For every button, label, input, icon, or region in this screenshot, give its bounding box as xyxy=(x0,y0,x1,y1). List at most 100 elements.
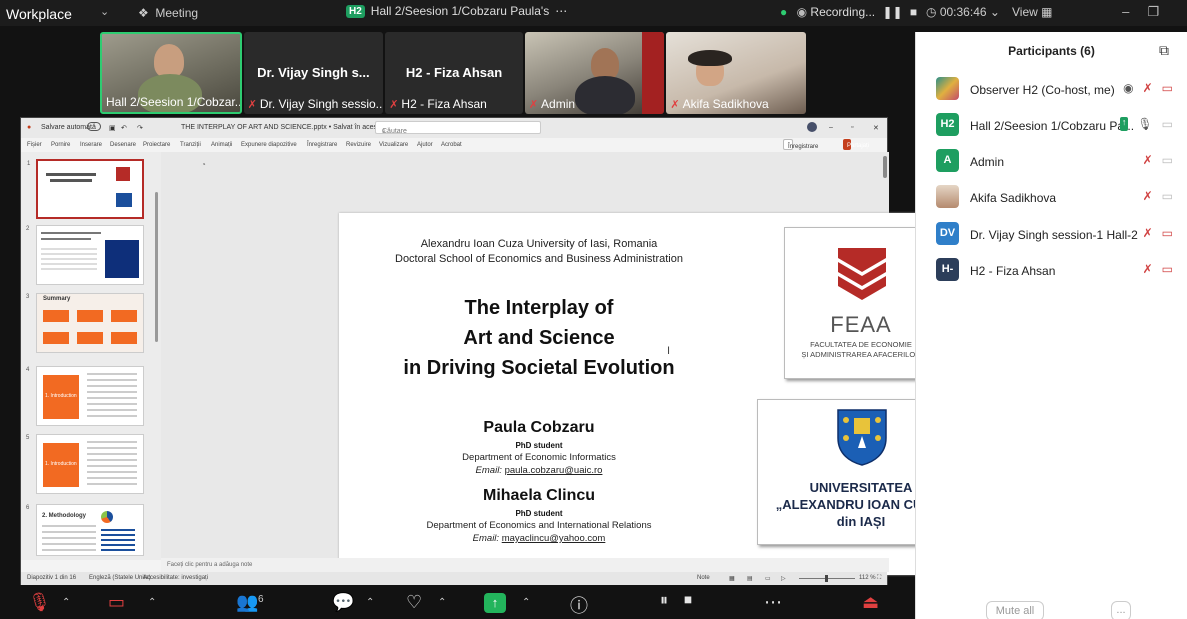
video-off-icon[interactable]: ▭ xyxy=(1162,262,1173,276)
restore-icon[interactable]: ▫ xyxy=(851,124,853,131)
audio-options-chevron-icon[interactable]: ⌃ xyxy=(62,597,70,608)
share-screen-button[interactable]: ↑ xyxy=(484,593,506,613)
mute-all-button[interactable]: Mute all xyxy=(986,601,1044,619)
participant-row[interactable]: H2 Hall 2/Seesion 1/Cobzaru Pa... ↑ 🎙 ▭ xyxy=(916,110,1187,140)
ribbon-tab[interactable]: Proiectare xyxy=(143,142,170,148)
video-off-icon[interactable]: ▭ xyxy=(1162,117,1173,131)
editor-scrollbar[interactable] xyxy=(883,156,887,178)
user-avatar[interactable] xyxy=(807,122,817,132)
share-options-chevron-icon[interactable]: ⌃ xyxy=(522,597,530,608)
ribbon-tab[interactable]: Acrobat xyxy=(441,142,462,148)
chevron-down-icon[interactable]: ⌄ xyxy=(100,5,109,18)
view-menu[interactable]: View ▦ xyxy=(1012,5,1052,19)
normal-view-icon[interactable]: ▦ xyxy=(729,575,735,582)
zoom-slider-thumb[interactable] xyxy=(825,575,828,582)
mic-off-icon[interactable]: 🎙 xyxy=(28,592,51,613)
info-icon[interactable]: ⓘ xyxy=(570,592,588,618)
mic-off-icon[interactable]: ✗ xyxy=(1143,262,1153,276)
video-off-icon[interactable]: ▭ xyxy=(1162,226,1173,240)
record-button[interactable]: Înregistrare xyxy=(783,139,818,150)
mic-off-icon[interactable]: ✗ xyxy=(1143,226,1153,240)
email-link[interactable]: paula.cobzaru@uaic.ro xyxy=(505,465,603,476)
notes-pane[interactable]: Faceți clic pentru a adăuga note xyxy=(161,558,889,572)
reading-view-icon[interactable]: ▭ xyxy=(765,575,771,582)
participant-row[interactable]: Observer H2 (Co-host, me) ◉ ✗ ▭ xyxy=(916,74,1187,104)
save-icon[interactable]: ▣ xyxy=(109,124,116,132)
thumbnail-slide-1[interactable]: 1 xyxy=(27,159,144,219)
video-tile-presenter[interactable]: Hall 2/Seesion 1/Cobzar... xyxy=(100,32,242,114)
current-slide[interactable]: Alexandru Ioan Cuza University of Iasi, … xyxy=(339,213,984,575)
video-options-chevron-icon[interactable]: ⌃ xyxy=(148,597,156,608)
reactions-heart-icon[interactable]: ♡ xyxy=(406,592,422,613)
more-icon[interactable]: ⋯ xyxy=(764,592,782,613)
undo-icon[interactable]: ↶ xyxy=(121,124,127,132)
chat-options-chevron-icon[interactable]: ⌃ xyxy=(366,597,374,608)
leave-meeting-icon[interactable]: ⏏ xyxy=(862,592,879,613)
thumbnail-slide-4[interactable]: 4 1. Introduction xyxy=(26,366,144,426)
mic-off-icon[interactable]: ✗ xyxy=(1143,81,1153,95)
email-link[interactable]: mayaclincu@yahoo.com xyxy=(502,533,606,544)
thumbnail-slide-3[interactable]: 3 Summary xyxy=(26,293,144,353)
sorter-view-icon[interactable]: ▤ xyxy=(747,575,753,582)
video-tile-vijay[interactable]: Dr. Vijay Singh s... ✗ Dr. Vijay Singh se… xyxy=(243,32,384,114)
video-off-icon[interactable]: ▭ xyxy=(1162,153,1173,167)
ribbon-tab[interactable]: Inserare xyxy=(80,142,102,148)
ribbon-tab[interactable]: Expunere diapozitive xyxy=(241,142,297,148)
participant-row[interactable]: Akifa Sadikhova ✗ ▭ xyxy=(916,182,1187,212)
slideshow-icon[interactable]: ▷ xyxy=(781,575,786,582)
participant-row[interactable]: A Admin ✗ ▭ xyxy=(916,146,1187,176)
autosave-toggle[interactable] xyxy=(87,122,101,131)
video-tile-admin[interactable]: ✗ Admin xyxy=(524,32,665,114)
more-participants-options-button[interactable]: ... xyxy=(1111,601,1131,619)
video-tile-fiza[interactable]: H2 - Fiza Ahsan ✗ H2 - Fiza Ahsan xyxy=(385,32,523,114)
timer-chevron-icon[interactable]: ⌄ xyxy=(990,5,1000,19)
video-tile-akifa[interactable]: ✗ Akifa Sadikhova xyxy=(666,32,806,114)
meeting-menu[interactable]: ❖ Meeting xyxy=(138,6,198,20)
stop-recording-icon[interactable]: ⏹ xyxy=(684,592,692,610)
participant-row[interactable]: DV Dr. Vijay Singh session-1 Hall-2 ✗ ▭ xyxy=(916,219,1187,249)
designer-icon[interactable]: ◔ xyxy=(201,160,206,169)
mic-off-icon[interactable]: ✗ xyxy=(1143,189,1153,203)
minimize-icon[interactable]: – xyxy=(1122,4,1147,19)
ribbon-tab[interactable]: Desenare xyxy=(110,142,136,148)
close-icon[interactable]: ✕ xyxy=(873,124,879,132)
ribbon-tab[interactable]: Animații xyxy=(211,142,232,148)
thumbnail-slide-2[interactable]: 2 xyxy=(26,225,144,285)
restore-icon[interactable]: ❐ xyxy=(1147,4,1177,19)
notes-toggle[interactable]: Note xyxy=(697,575,710,581)
share-button[interactable]: Partajați xyxy=(843,139,869,150)
thumbnail-scrollbar[interactable] xyxy=(155,192,158,342)
shared-screen-powerpoint[interactable]: ● Salvare automată ▣ ↶ ↷ THE INTERPLAY O… xyxy=(20,117,984,585)
ribbon-tab[interactable]: Înregistrare xyxy=(307,142,337,148)
minimize-icon[interactable]: – xyxy=(829,124,833,131)
workspace-label[interactable]: Workplace xyxy=(6,6,72,22)
video-off-icon[interactable]: ▭ xyxy=(1162,189,1173,203)
language-status[interactable]: Engleză (Statele Unite) xyxy=(89,575,151,581)
pause-recording-icon[interactable]: ⏸ xyxy=(660,592,668,610)
fit-to-window-icon[interactable]: ⛶ xyxy=(877,575,881,582)
stop-recording-icon[interactable]: ■ xyxy=(910,5,917,19)
participant-row[interactable]: H- H2 - Fiza Ahsan ✗ ▭ xyxy=(916,255,1187,285)
ribbon-tab[interactable]: Pornire xyxy=(51,142,70,148)
pop-out-icon[interactable]: ⧉ xyxy=(1159,42,1169,59)
thumbnail-slide-5[interactable]: 5 1. Introduction xyxy=(26,434,144,494)
redo-icon[interactable]: ↷ xyxy=(137,124,143,132)
participants-icon[interactable]: 👥 xyxy=(236,592,258,613)
video-off-icon[interactable]: ▭ xyxy=(108,592,125,613)
ribbon-tab[interactable]: Vizualizare xyxy=(379,142,408,148)
mic-icon[interactable]: 🎙 xyxy=(1137,117,1152,131)
ribbon-tab[interactable]: Fișier xyxy=(27,142,42,148)
video-off-icon[interactable]: ▭ xyxy=(1162,81,1173,95)
chat-icon[interactable]: 💬 xyxy=(332,592,354,613)
pause-recording-icon[interactable]: ❚❚ xyxy=(882,5,902,19)
slide-editor[interactable]: ◔ Alexandru Ioan Cuza University of Iasi… xyxy=(161,152,984,575)
reactions-chevron-icon[interactable]: ⌃ xyxy=(438,597,446,608)
thumbnail-slide-6[interactable]: 6 2. Methodology xyxy=(26,504,144,556)
ribbon-tab[interactable]: Revizuire xyxy=(346,142,371,148)
ribbon-tab[interactable]: Ajutor xyxy=(417,142,433,148)
ppt-search-input[interactable]: ⌕ Căutare xyxy=(375,121,541,135)
ribbon-tab[interactable]: Tranziții xyxy=(180,142,201,148)
more-options-icon[interactable]: ⋯ xyxy=(555,4,567,18)
accessibility-status[interactable]: Accesibilitate: investigați xyxy=(143,575,208,581)
mic-off-icon[interactable]: ✗ xyxy=(1143,153,1153,167)
